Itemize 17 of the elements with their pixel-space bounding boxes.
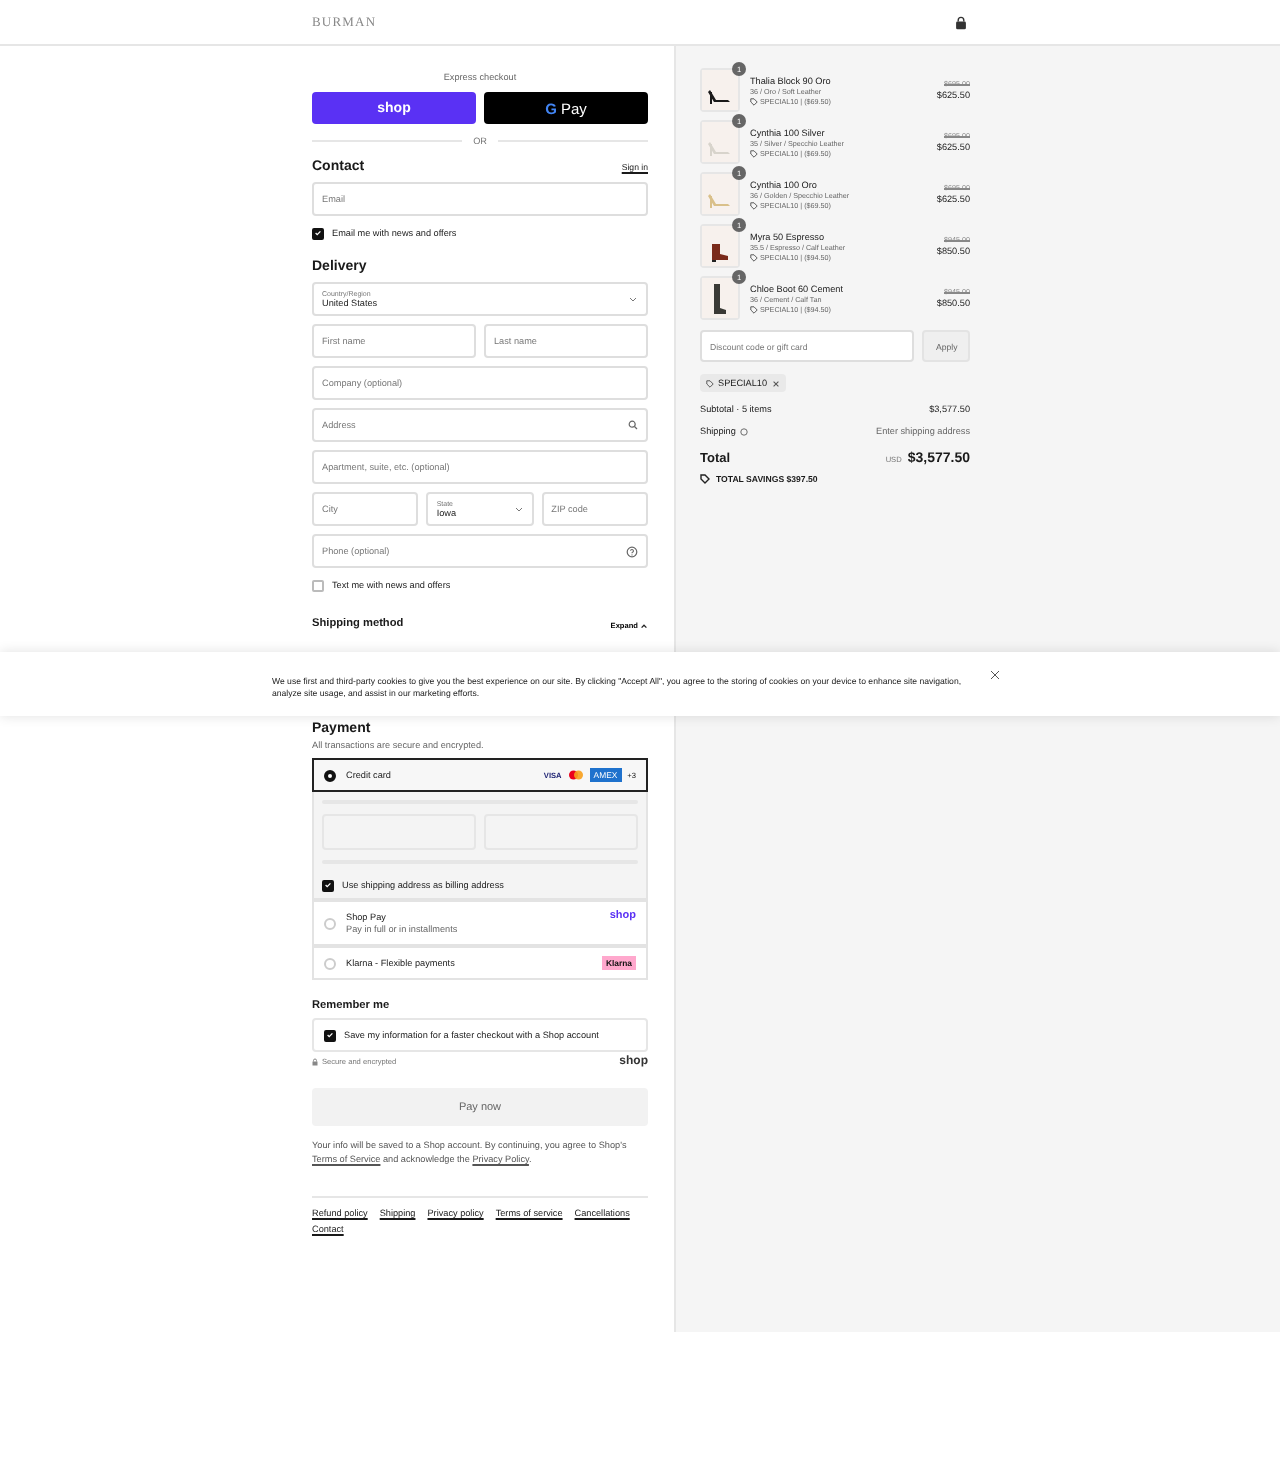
mastercard-icon — [567, 770, 584, 780]
checkbox[interactable] — [324, 1029, 336, 1041]
close-icon[interactable] — [990, 670, 1000, 680]
tag-icon — [750, 97, 758, 105]
search-icon — [628, 420, 638, 430]
chevron-up-icon — [640, 622, 648, 630]
checkbox[interactable] — [322, 879, 334, 891]
tag-icon — [750, 201, 758, 209]
checkbox[interactable] — [312, 227, 324, 239]
tag-icon — [706, 379, 714, 387]
tag-icon — [750, 305, 758, 313]
lock-icon — [312, 1058, 318, 1066]
checkbox[interactable] — [312, 579, 324, 591]
tag-icon — [750, 253, 758, 261]
remove-icon[interactable] — [771, 379, 780, 387]
tag-icon — [750, 149, 758, 157]
tag-icon — [700, 474, 710, 484]
